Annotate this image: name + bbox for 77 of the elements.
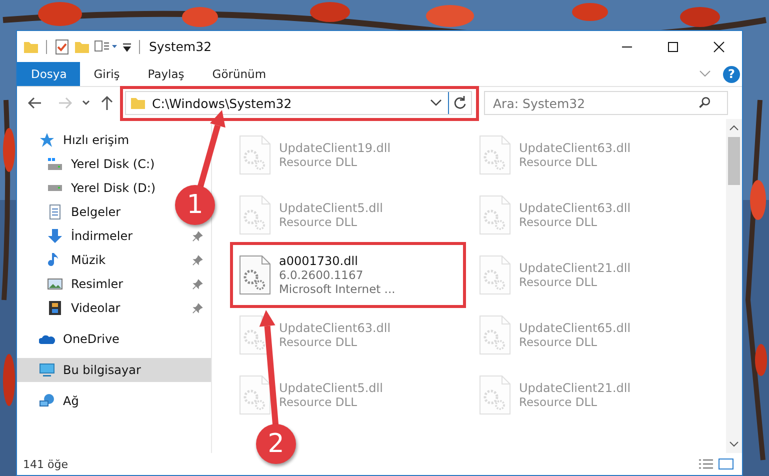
sidebar-item[interactable]: Yerel Disk (D:) xyxy=(17,176,164,200)
ribbon-tab[interactable]: Paylaş xyxy=(134,62,198,86)
search-field[interactable]: Ara: System32 xyxy=(484,91,728,115)
details-view-icon[interactable] xyxy=(698,458,714,470)
sidebar-item[interactable]: Belgeler xyxy=(17,200,129,224)
file-name: UpdateClient19.dll xyxy=(279,141,391,155)
computer-icon xyxy=(39,362,55,378)
file-description: Resource DLL xyxy=(519,275,598,289)
pin-icon[interactable] xyxy=(192,254,203,266)
star-icon xyxy=(39,132,55,148)
dll-file-icon xyxy=(479,315,511,355)
dll-file-icon xyxy=(479,255,511,295)
file-item[interactable]: a0001730.dll 6.0.2600.1167 Microsoft Internet ... xyxy=(235,247,461,303)
help-button[interactable]: ? xyxy=(723,66,740,82)
file-description: Microsoft Internet ... xyxy=(279,282,396,296)
file-name: UpdateClient63.dll xyxy=(519,141,631,155)
file-name: UpdateClient21.dll xyxy=(519,381,631,395)
scroll-up-icon[interactable] xyxy=(729,124,739,132)
network-icon xyxy=(39,393,55,409)
file-name: UpdateClient5.dll xyxy=(279,381,383,395)
file-description: Resource DLL xyxy=(279,215,358,229)
sidebar-item[interactable]: OneDrive xyxy=(17,327,128,351)
up-arrow-icon[interactable] xyxy=(99,95,115,111)
ribbon-tab[interactable]: Dosya xyxy=(17,62,80,86)
sidebar-item[interactable]: Ağ xyxy=(17,389,87,413)
back-arrow-icon[interactable] xyxy=(27,95,43,111)
sidebar-item[interactable]: Hızlı erişim xyxy=(17,128,138,152)
scrollbar-thumb[interactable] xyxy=(728,137,740,185)
properties-icon[interactable] xyxy=(94,38,118,54)
file-description: Resource DLL xyxy=(519,395,598,409)
folder-icon xyxy=(130,95,146,111)
scroll-down-icon[interactable] xyxy=(729,440,739,448)
pictures-icon xyxy=(47,276,63,292)
file-name: UpdateClient21.dll xyxy=(519,261,631,275)
file-description: Resource DLL xyxy=(519,155,598,169)
file-description: Resource DLL xyxy=(279,395,358,409)
file-name: UpdateClient5.dll xyxy=(279,201,383,215)
dll-file-icon xyxy=(239,255,271,295)
item-count: 141 öğe xyxy=(23,458,68,470)
address-bar[interactable]: C:\Windows\System32 xyxy=(125,91,472,115)
sidebar-item[interactable]: Videolar xyxy=(17,296,211,320)
drive-icon xyxy=(47,156,63,172)
dll-file-icon xyxy=(239,375,271,415)
dll-file-icon xyxy=(479,375,511,415)
caret-icon[interactable] xyxy=(122,40,132,52)
chevron-icon[interactable] xyxy=(430,99,442,107)
dll-file-icon xyxy=(479,135,511,175)
sidebar-item[interactable]: Resimler xyxy=(17,272,211,296)
file-name: UpdateClient65.dll xyxy=(519,321,631,335)
document-icon xyxy=(47,204,63,220)
file-description: Resource DLL xyxy=(519,335,598,349)
file-version: 6.0.2600.1167 xyxy=(279,268,364,282)
sidebar-item[interactable]: Yerel Disk (C:) xyxy=(17,152,163,176)
tiles-view-icon[interactable] xyxy=(718,458,734,470)
ribbon-tab[interactable]: Görünüm xyxy=(198,62,280,86)
file-description: Resource DLL xyxy=(519,215,598,229)
checklist-icon[interactable] xyxy=(54,38,70,54)
dll-file-icon xyxy=(239,195,271,235)
pin-icon[interactable] xyxy=(192,302,203,314)
ribbon-tab[interactable]: Giriş xyxy=(80,62,134,86)
pin-icon[interactable] xyxy=(192,230,203,242)
file-name: a0001730.dll xyxy=(279,254,359,268)
dll-file-icon xyxy=(239,135,271,175)
sidebar-item[interactable]: Müzik xyxy=(17,248,211,272)
sidebar-item[interactable]: İndirmeler xyxy=(17,224,211,248)
film-icon xyxy=(47,300,63,316)
file-description: Resource DLL xyxy=(279,155,358,169)
file-name: UpdateClient63.dll xyxy=(519,201,631,215)
file-name: UpdateClient63.dll xyxy=(279,321,391,335)
window-title: System32 xyxy=(149,39,212,54)
address-path: C:\Windows\System32 xyxy=(152,96,293,110)
dll-file-icon xyxy=(479,195,511,235)
refresh-icon xyxy=(452,95,468,111)
pin-icon[interactable] xyxy=(192,278,203,290)
file-description: Resource DLL xyxy=(279,335,358,349)
download-icon xyxy=(47,228,63,244)
sidebar-item[interactable]: Bu bilgisayar xyxy=(17,358,211,382)
